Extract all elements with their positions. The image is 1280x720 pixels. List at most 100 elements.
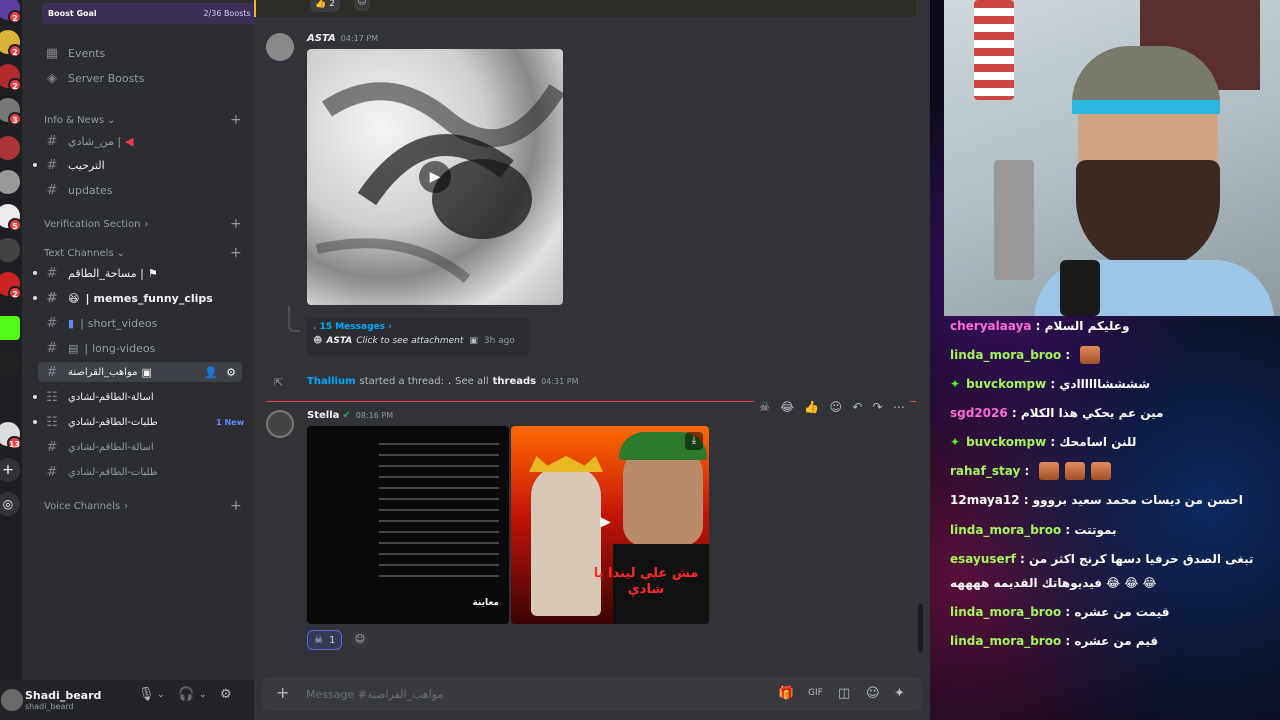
reaction-thumbs-up[interactable]: 👍 2 bbox=[310, 0, 340, 12]
add-channel-icon[interactable]: + bbox=[230, 112, 242, 128]
add-channel-icon[interactable]: + bbox=[230, 245, 242, 261]
channel-masaha[interactable]: # مساحة_الطاقم | ⚑ bbox=[44, 263, 158, 283]
message-avatar[interactable] bbox=[266, 33, 294, 61]
image-attachment-text[interactable]: معاينة bbox=[307, 426, 509, 624]
stream-chat-username[interactable]: linda_mora_broo bbox=[950, 634, 1061, 648]
user-info[interactable]: Shadi_beard shadi_beard bbox=[25, 689, 101, 711]
channel-welcome[interactable]: # الترحيب bbox=[44, 155, 105, 175]
category-label: Verification Section bbox=[44, 218, 141, 230]
channel-talabat[interactable]: ☷ طلبات-الطاقم-لشادي 1 New bbox=[44, 412, 254, 432]
server-icon[interactable] bbox=[0, 314, 22, 342]
thread-name[interactable]: . bbox=[448, 376, 451, 387]
crown-graphic bbox=[529, 456, 603, 472]
message-timestamp: 08:16 PM bbox=[355, 411, 394, 420]
server-icon[interactable]: 3 bbox=[0, 96, 22, 126]
threads-link[interactable]: threads bbox=[493, 376, 536, 387]
message-avatar[interactable] bbox=[266, 410, 294, 438]
separator: : bbox=[1061, 523, 1075, 537]
sticker-icon[interactable]: ◫ bbox=[838, 686, 850, 701]
stream-chat-username[interactable]: buvckompw bbox=[966, 377, 1046, 391]
unread-dot bbox=[33, 271, 37, 275]
category-voice-channels[interactable]: Voice Channels › + bbox=[44, 498, 242, 514]
video-attachment[interactable]: ▶ bbox=[307, 49, 563, 305]
apps-icon[interactable]: ✦ bbox=[894, 686, 905, 701]
server-icon[interactable]: 2 bbox=[0, 28, 22, 58]
server-icon[interactable] bbox=[0, 236, 22, 264]
category-label: Voice Channels bbox=[44, 500, 121, 512]
stream-chat-username[interactable]: rahaf_stay bbox=[950, 464, 1020, 478]
skull-reaction-icon[interactable]: ☠ bbox=[759, 400, 770, 414]
headphones-icon[interactable]: 🎧 bbox=[178, 687, 194, 702]
channel-min-shadi[interactable]: # من_شادي | ◀ bbox=[44, 131, 134, 151]
message-author[interactable]: Stella bbox=[307, 410, 339, 421]
reply-icon[interactable]: ↶ bbox=[852, 400, 862, 414]
user-avatar[interactable] bbox=[1, 689, 23, 711]
stream-chat-username[interactable]: linda_mora_broo bbox=[950, 605, 1061, 619]
discover-icon[interactable]: ◎ bbox=[0, 490, 22, 518]
mention-badge: 2 bbox=[8, 78, 22, 92]
server-icon[interactable] bbox=[0, 350, 22, 378]
thread-card[interactable]: . 15 Messages › ☻ ASTA Click to see atta… bbox=[307, 318, 529, 356]
gift-icon[interactable]: 🎁 bbox=[778, 686, 794, 701]
stream-chat-username[interactable]: linda_mora_broo bbox=[950, 348, 1061, 362]
server-icon[interactable] bbox=[0, 168, 22, 196]
channel-memes[interactable]: # 😆 | memes_funny_clips bbox=[44, 288, 213, 308]
server-icon[interactable]: 2 bbox=[0, 270, 22, 300]
server-icon[interactable]: 2 bbox=[0, 0, 22, 24]
chevron-down-icon[interactable]: ⌄ bbox=[199, 690, 207, 700]
gif-icon[interactable]: GIF bbox=[808, 688, 823, 698]
server-icon[interactable]: 2 bbox=[0, 62, 22, 92]
reaction-skull[interactable]: ☠ 1 bbox=[307, 630, 343, 650]
channel-talabat-2[interactable]: # طلبات-الطاقم-لشادي bbox=[44, 462, 158, 482]
events-item[interactable]: ▦ Events bbox=[44, 43, 105, 63]
server-icon[interactable] bbox=[0, 134, 22, 162]
channel-updates[interactable]: # updates bbox=[44, 180, 113, 200]
add-attachment-icon[interactable]: + bbox=[276, 683, 289, 702]
forward-icon[interactable]: ↷ bbox=[873, 400, 883, 414]
text-lines-graphic bbox=[379, 434, 499, 584]
category-verification[interactable]: Verification Section › + bbox=[44, 216, 242, 232]
settings-gear-icon[interactable]: ⚙ bbox=[220, 687, 232, 702]
add-reaction-icon[interactable]: ☺ bbox=[351, 631, 369, 649]
channel-mawaheb-selected[interactable]: # مواهب_القراصنة ▣ 👤 ⚙ bbox=[38, 362, 242, 382]
laugh-reaction-icon[interactable]: 😂 bbox=[780, 400, 794, 414]
channel-as2ela-2[interactable]: # اسالة-الطاقم-لشادي bbox=[44, 437, 154, 457]
system-user[interactable]: Thallium bbox=[307, 376, 356, 387]
stream-chat-username[interactable]: linda_mora_broo bbox=[950, 523, 1061, 537]
add-reaction-icon[interactable]: ☺ bbox=[830, 400, 843, 414]
server-icon[interactable]: 5 bbox=[0, 202, 22, 232]
stream-chat-username[interactable]: esayuserf bbox=[950, 552, 1016, 566]
add-channel-icon[interactable]: + bbox=[230, 216, 242, 232]
thumbs-up-icon: 👍 bbox=[315, 0, 327, 9]
play-icon[interactable]: ▶ bbox=[600, 514, 611, 530]
play-icon[interactable]: ▶ bbox=[419, 161, 451, 193]
category-info-news[interactable]: Info & News ⌄ + bbox=[44, 112, 242, 128]
message-input[interactable] bbox=[306, 687, 706, 701]
add-channel-icon[interactable]: + bbox=[230, 498, 242, 514]
gear-icon[interactable]: ⚙ bbox=[226, 366, 236, 379]
download-icon[interactable]: ⤓ bbox=[685, 432, 703, 450]
message-author[interactable]: ASTA bbox=[307, 33, 336, 44]
channel-long-videos[interactable]: # ▤ | long-videos bbox=[44, 338, 156, 358]
channel-short-videos[interactable]: # ▮ | short_videos bbox=[44, 313, 158, 333]
hash-icon: # bbox=[46, 464, 58, 480]
channel-as2ela[interactable]: ☷ اسالة-الطاقم-لشادي bbox=[44, 387, 153, 407]
scrollbar[interactable] bbox=[918, 604, 923, 652]
stream-chat-username[interactable]: 12maya12 bbox=[950, 493, 1020, 507]
add-reaction-icon[interactable]: ☺ bbox=[354, 0, 370, 11]
stream-chat-username[interactable]: buvckompw bbox=[966, 435, 1046, 449]
more-options-icon[interactable]: ⋯ bbox=[893, 400, 905, 414]
video-attachment-meme[interactable]: مش علي ليندا يا شادي ▶ ⤓ bbox=[511, 426, 709, 624]
stream-chat-username[interactable]: sgd2026 bbox=[950, 406, 1008, 420]
stream-chat-username[interactable]: cheryalaaya bbox=[950, 319, 1032, 333]
server-icon[interactable]: 13 bbox=[0, 420, 22, 450]
emoji-icon[interactable]: ☺ bbox=[866, 686, 880, 701]
thumbs-up-reaction-icon[interactable]: 👍 bbox=[804, 400, 819, 414]
boost-goal-banner[interactable]: Boost Goal 2/36 Boosts › bbox=[42, 3, 264, 24]
category-text-channels[interactable]: Text Channels ⌄ + bbox=[44, 245, 242, 261]
chevron-down-icon[interactable]: ⌄ bbox=[157, 690, 165, 700]
server-boosts-item[interactable]: ◈ Server Boosts bbox=[44, 68, 144, 88]
microphone-icon[interactable]: 🎙 bbox=[138, 687, 155, 702]
add-member-icon[interactable]: 👤 bbox=[204, 366, 218, 379]
add-server-icon[interactable]: + bbox=[0, 456, 22, 484]
